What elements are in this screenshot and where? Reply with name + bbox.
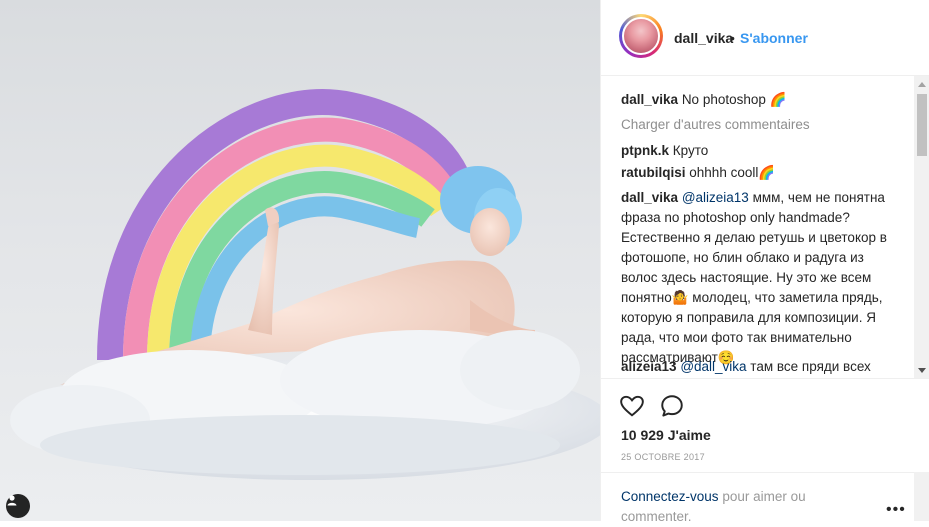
post-date[interactable]: 25 OCTOBRE 2017 <box>621 452 705 462</box>
heart-icon[interactable] <box>619 393 645 419</box>
comment-username[interactable]: dall_vika <box>621 92 678 107</box>
comment-mention[interactable]: @dall_vika <box>680 359 746 374</box>
comment-username[interactable]: alizeia13 <box>621 359 677 374</box>
page-scrollbar[interactable] <box>914 472 929 521</box>
scroll-up-arrow-icon[interactable] <box>914 76 929 92</box>
follow-button[interactable]: S'abonner <box>740 30 808 46</box>
comment-text: там все пряди всех <box>746 359 871 374</box>
post-actions: 10 929 J'aime 25 OCTOBRE 2017 <box>601 378 929 462</box>
scrollbar-thumb[interactable] <box>917 94 927 156</box>
comment-item: alizeia13 @dall_vika там все пряди всех <box>621 358 871 376</box>
comments-scrollbar[interactable] <box>914 76 929 378</box>
caption: dall_vika No photoshop 🌈 <box>621 91 786 109</box>
header-separator: • <box>730 30 735 46</box>
comment-text: Круто <box>672 143 709 158</box>
comment-text: No photoshop 🌈 <box>681 92 787 107</box>
comment-item: dall_vika @alizeia13 ммм, чем не понятна… <box>621 188 899 368</box>
comment-text: ммм, чем не понятна фраза no photoshop o… <box>621 190 887 365</box>
comment-item: ptpnk.k Круто <box>621 142 708 160</box>
comment-mention[interactable]: @alizeia13 <box>682 190 749 205</box>
comment-bubble-icon[interactable] <box>659 393 685 419</box>
post-side-panel: dall_vika • S'abonner dall_vika No photo… <box>600 0 929 524</box>
scroll-down-arrow-icon[interactable] <box>914 362 929 378</box>
load-more-comments-link[interactable]: Charger d'autres commentaires <box>621 116 810 134</box>
comment-item: ratubilqisi ohhhh cooll🌈 <box>621 164 775 182</box>
post-header: dall_vika • S'abonner <box>601 0 929 76</box>
login-prompt: Connectez-vous pour aimer ou commenter. … <box>601 472 929 524</box>
comment-text: ohhhh cooll🌈 <box>689 165 776 180</box>
likes-count[interactable]: 10 929 J'aime <box>621 427 711 443</box>
comments-list[interactable]: dall_vika No photoshop 🌈 Charger d'autre… <box>601 76 914 378</box>
tagged-user-icon[interactable] <box>6 494 30 518</box>
login-text: Connectez-vous pour aimer ou commenter. <box>621 487 871 527</box>
comment-username[interactable]: ptpnk.k <box>621 143 669 158</box>
post-photo[interactable] <box>0 0 600 521</box>
more-options-icon[interactable]: ••• <box>886 501 906 519</box>
avatar-image <box>622 17 660 55</box>
avatar[interactable] <box>619 14 663 58</box>
comment-username[interactable]: ratubilqisi <box>621 165 686 180</box>
post-image <box>10 89 600 480</box>
comment-username[interactable]: dall_vika <box>621 190 678 205</box>
author-username[interactable]: dall_vika <box>674 30 733 46</box>
login-link[interactable]: Connectez-vous <box>621 489 719 504</box>
